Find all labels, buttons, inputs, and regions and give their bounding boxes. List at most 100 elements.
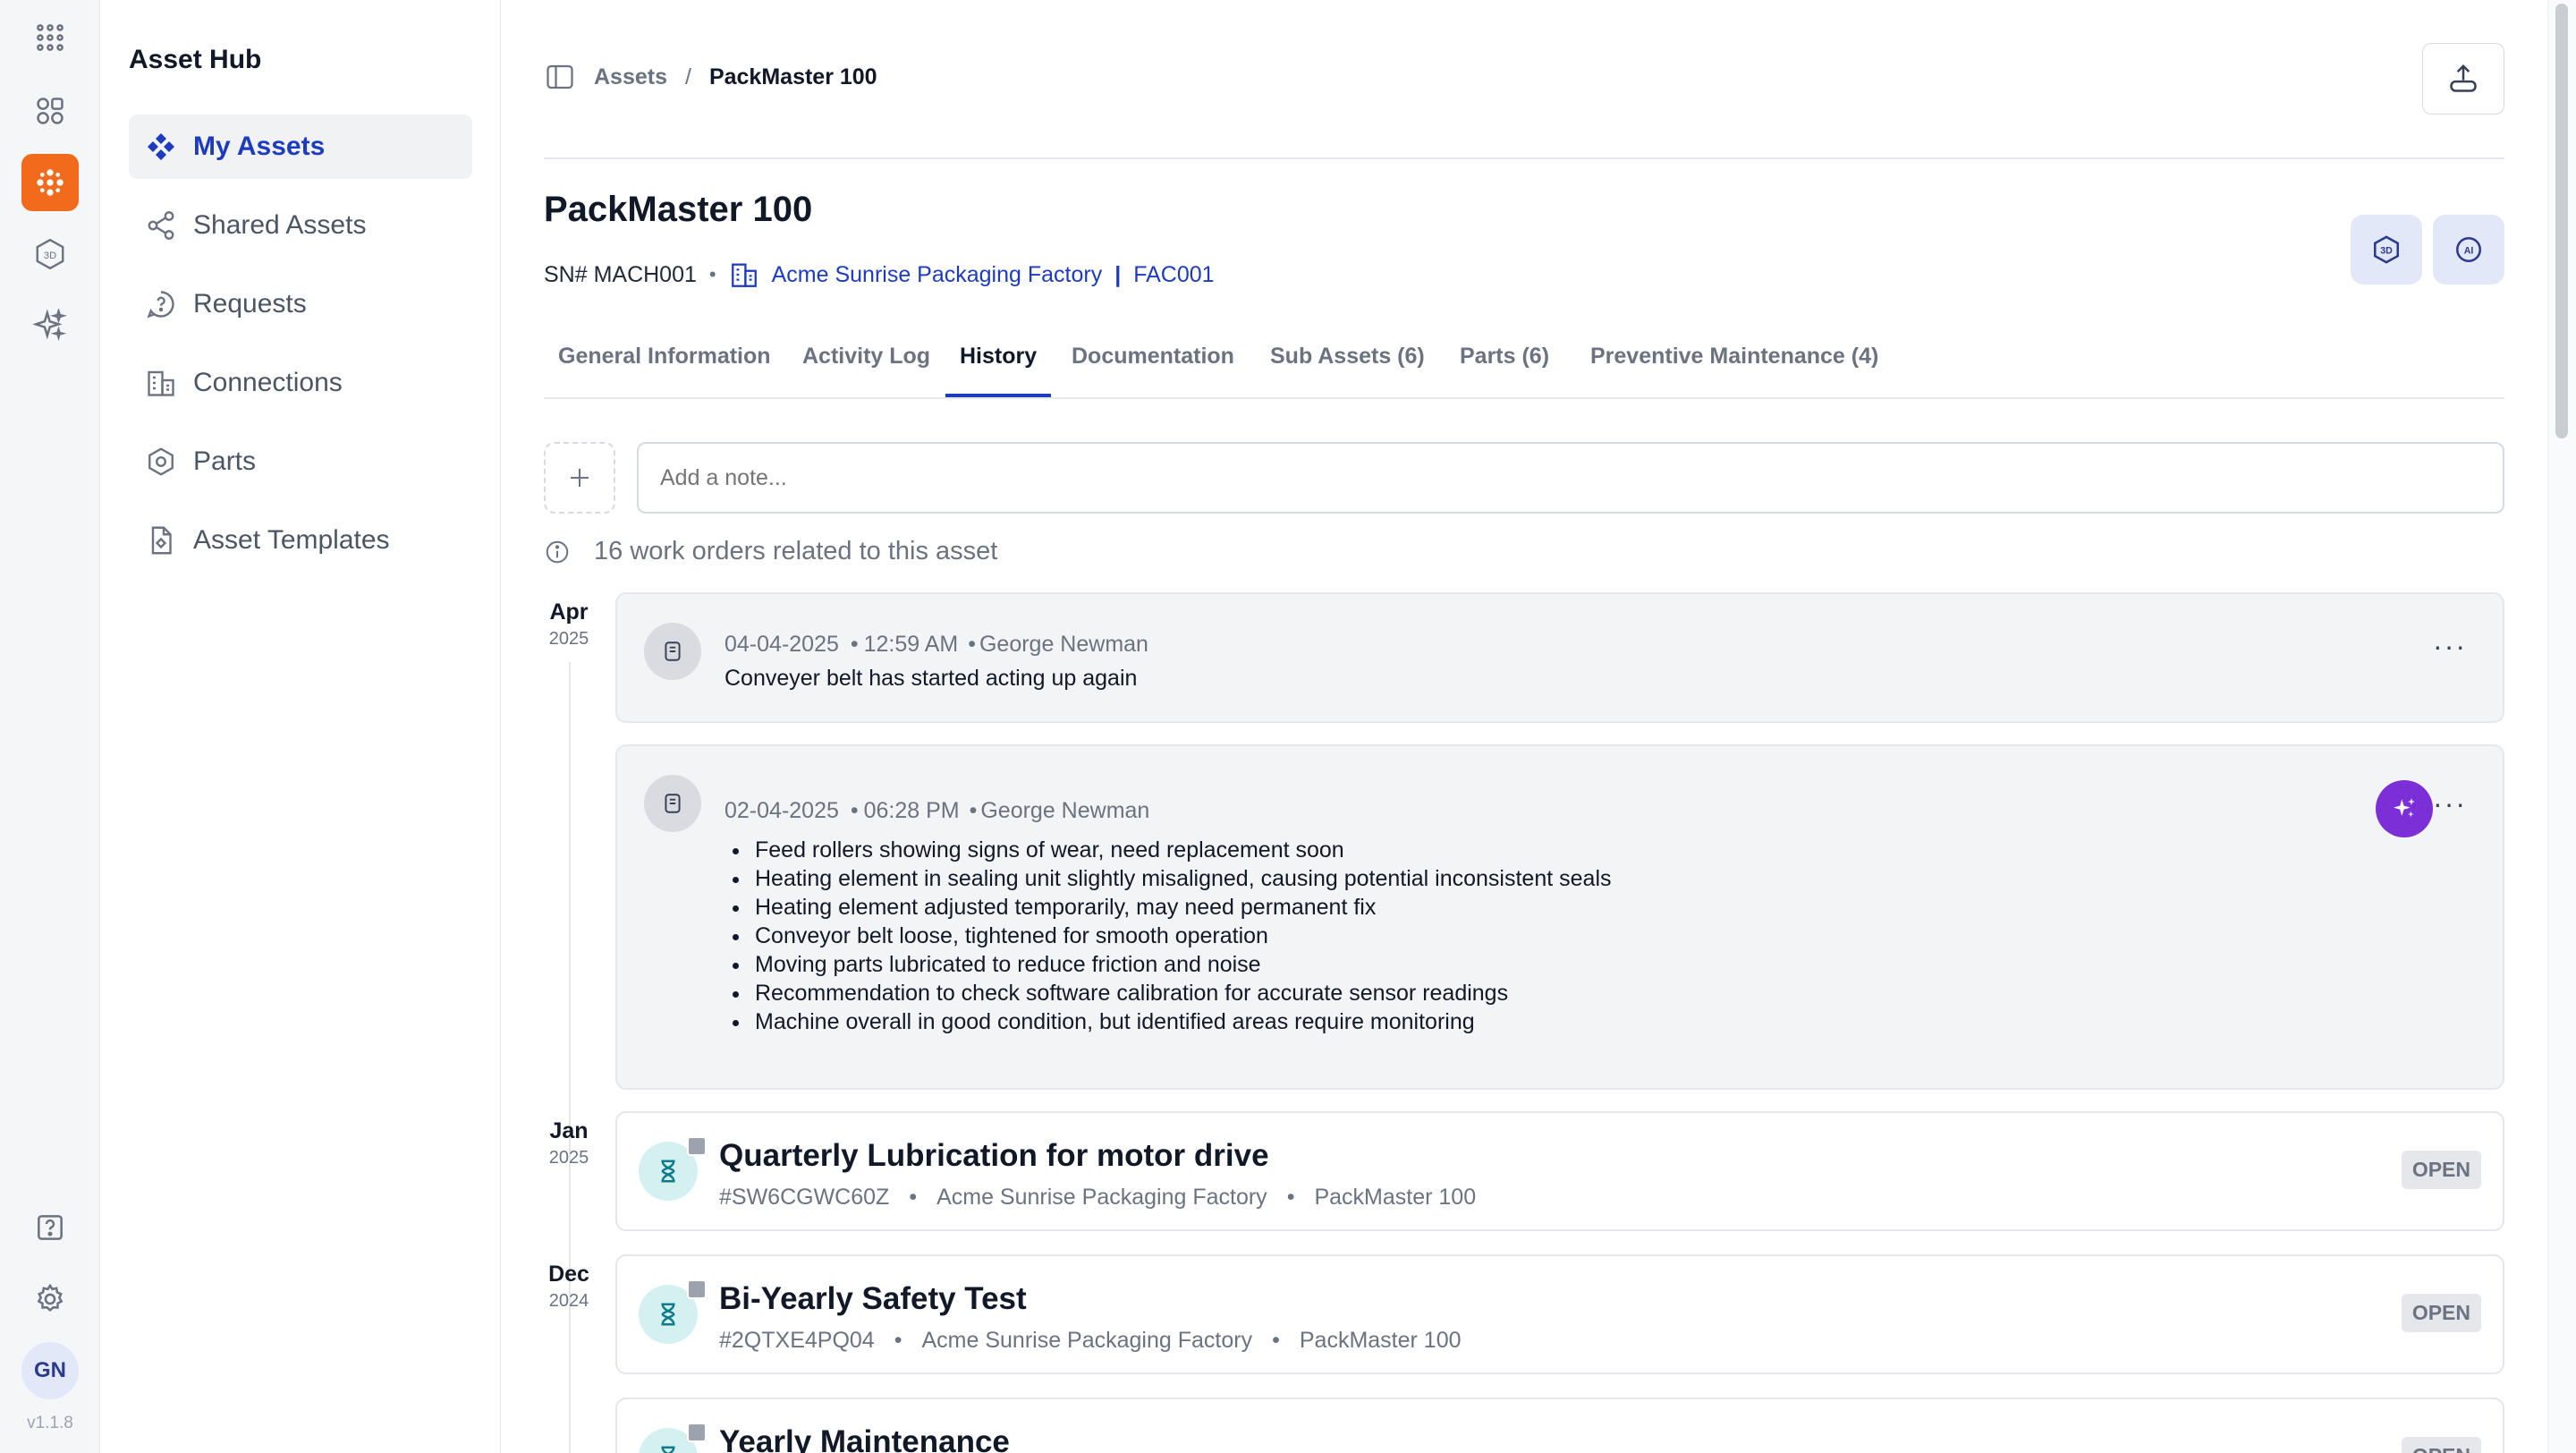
year-label: 2024 — [548, 1291, 589, 1311]
tab-parts[interactable]: Parts (6) — [1460, 344, 1549, 397]
breadcrumb-current: PackMaster 100 — [708, 64, 877, 89]
list-item: Conveyor belt loose, tightened for smoot… — [751, 922, 1612, 950]
asset-hub-icon[interactable] — [21, 154, 79, 211]
app-version: v1.1.8 — [27, 1414, 73, 1432]
month-marker: Apr 2025 — [544, 599, 594, 650]
sidebar-item-label: Connections — [193, 368, 343, 397]
sidebar-toggle-icon[interactable] — [544, 61, 576, 93]
note-separator: • — [968, 632, 976, 657]
3d-icon[interactable]: 3D — [21, 225, 79, 283]
list-item: Machine overall in good condition, but i… — [751, 1007, 1612, 1036]
dashboard-icon[interactable] — [21, 82, 79, 140]
work-order-factory: Acme Sunrise Packaging Factory — [921, 1328, 1253, 1353]
priority-badge-icon — [687, 1136, 707, 1156]
sidebar-item-shared-assets[interactable]: Shared Assets — [129, 193, 472, 258]
avatar[interactable]: GN — [21, 1342, 79, 1399]
list-item: Heating element in sealing unit slightly… — [751, 864, 1612, 893]
ai-icon: AI — [2455, 236, 2482, 263]
sidebar-item-label: Shared Assets — [193, 210, 367, 240]
tab-general-information[interactable]: General Information — [558, 344, 771, 397]
work-order-id: #SW6CGWC60Z — [719, 1185, 890, 1210]
work-order-meta: #SW6CGWC60Z • Acme Sunrise Packaging Fac… — [719, 1185, 1476, 1211]
sidebar-item-parts[interactable]: Parts — [129, 429, 472, 494]
export-button[interactable] — [2422, 43, 2504, 115]
tab-activity-log[interactable]: Activity Log — [802, 344, 930, 397]
sidebar-item-asset-templates[interactable]: Asset Templates — [129, 508, 472, 573]
meta-separator: • — [894, 1328, 902, 1353]
ai-assistant-button[interactable]: AI — [2433, 215, 2504, 285]
settings-icon[interactable] — [21, 1270, 79, 1328]
note-type-icon — [644, 775, 701, 832]
work-order-factory: Acme Sunrise Packaging Factory — [936, 1185, 1267, 1210]
tab-preventive-maintenance[interactable]: Preventive Maintenance (4) — [1590, 344, 1878, 397]
note-header: 04-04-2025 • 12:59 AM • George Newman — [724, 632, 1148, 658]
svg-text:3D: 3D — [2380, 245, 2393, 256]
sidebar-item-my-assets[interactable]: My Assets — [129, 115, 472, 179]
list-item: Moving parts lubricated to reduce fricti… — [751, 950, 1612, 979]
breadcrumb-assets-link[interactable]: Assets — [594, 64, 667, 90]
note-date: 02-04-2025 — [724, 798, 839, 823]
note-type-icon — [644, 623, 701, 680]
sidebar-item-requests[interactable]: Requests — [129, 272, 472, 336]
hexagon-icon — [148, 447, 174, 476]
work-order-id: #2QTXE4PQ04 — [719, 1328, 875, 1353]
note-input[interactable] — [637, 442, 2504, 514]
tab-sub-assets[interactable]: Sub Assets (6) — [1270, 344, 1425, 397]
work-order-meta: #2QTXE4PQ04 • Acme Sunrise Packaging Fac… — [719, 1328, 1462, 1354]
help-icon[interactable] — [21, 1199, 79, 1256]
note-date: 04-04-2025 — [724, 632, 839, 657]
priority-badge-icon — [687, 1279, 707, 1299]
work-order-card[interactable]: Yearly Maintenance OPEN — [615, 1398, 2504, 1453]
work-order-card[interactable]: Quarterly Lubrication for motor drive #S… — [615, 1111, 2504, 1231]
sparkle-icon — [2394, 798, 2415, 818]
factory-link[interactable]: Acme Sunrise Packaging Factory — [772, 262, 1103, 288]
history-note-card: 04-04-2025 • 12:59 AM • George Newman Conv… — [615, 592, 2504, 723]
asset-meta: SN# MACH001 • Acme Sunrise Packaging Fac… — [544, 259, 1215, 290]
building-icon — [148, 370, 174, 396]
work-orders-info: 16 work orders related to this asset — [544, 537, 997, 566]
sparkle-icon[interactable] — [21, 297, 79, 354]
month-marker: Jan 2025 — [544, 1118, 594, 1168]
work-order-title: Quarterly Lubrication for motor drive — [719, 1138, 1269, 1173]
note-separator: • — [969, 798, 978, 823]
template-icon — [151, 526, 172, 555]
add-attachment-button[interactable] — [544, 442, 615, 514]
year-label: 2025 — [548, 1148, 589, 1168]
year-label: 2025 — [548, 629, 589, 649]
upload-icon — [2450, 64, 2477, 92]
asset-tabs: General Information Activity Log History… — [544, 331, 2504, 399]
work-order-asset: PackMaster 100 — [1299, 1328, 1462, 1353]
note-separator: • — [850, 632, 859, 657]
meta-separator: • — [1286, 1185, 1295, 1210]
work-order-card[interactable]: Bi-Yearly Safety Test #2QTXE4PQ04 • Acme… — [615, 1254, 2504, 1374]
share-icon — [148, 211, 174, 240]
more-options-icon[interactable]: ··· — [2433, 630, 2467, 663]
scrollbar[interactable] — [2547, 0, 2576, 1453]
page-title: PackMaster 100 — [544, 190, 813, 229]
tab-documentation[interactable]: Documentation — [1072, 344, 1234, 397]
tab-history[interactable]: History — [945, 344, 1052, 397]
month-label: Dec — [548, 1262, 589, 1287]
apps-grid-icon[interactable] — [21, 9, 79, 66]
sidebar-item-label: Parts — [193, 446, 257, 476]
factory-code-link[interactable]: FAC001 — [1133, 262, 1214, 288]
ai-summary-button[interactable] — [2376, 780, 2433, 837]
note-separator: • — [850, 798, 859, 823]
work-order-asset: PackMaster 100 — [1314, 1185, 1477, 1210]
sidebar: Asset Hub My Assets Shared Assets Reques… — [100, 0, 501, 1453]
header-divider — [544, 157, 2504, 159]
svg-text:AI: AI — [2464, 245, 2474, 256]
breadcrumb: Assets / PackMaster 100 — [544, 61, 877, 93]
main-content: Assets / PackMaster 100 PackMaster 100 S… — [501, 0, 2544, 1453]
view-3d-button[interactable]: 3D — [2351, 215, 2422, 285]
month-marker: Dec 2024 — [544, 1262, 594, 1312]
hourglass-icon — [639, 1136, 707, 1201]
month-label: Apr — [549, 599, 589, 625]
factory-icon — [731, 263, 757, 287]
hourglass-icon — [639, 1279, 707, 1344]
scrollbar-thumb[interactable] — [2555, 4, 2568, 438]
month-label: Jan — [549, 1118, 589, 1143]
more-options-icon[interactable]: ··· — [2433, 787, 2467, 820]
note-time: 06:28 PM — [863, 798, 960, 823]
sidebar-item-connections[interactable]: Connections — [129, 351, 472, 415]
